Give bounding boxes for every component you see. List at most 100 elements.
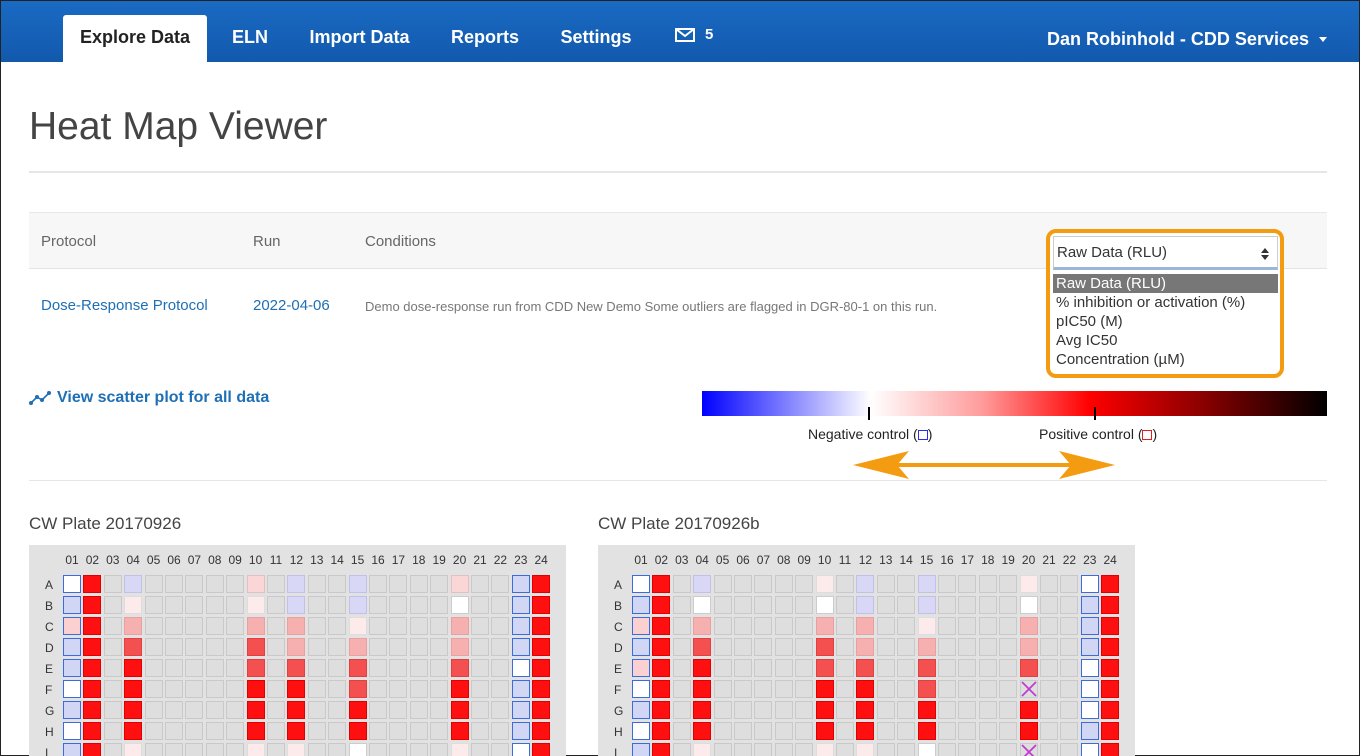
plate-well[interactable] (430, 575, 449, 593)
plate-well[interactable] (632, 701, 650, 719)
plate-well[interactable] (652, 596, 671, 614)
plate-well[interactable] (369, 575, 387, 593)
plate-well[interactable] (754, 722, 773, 740)
plate-well[interactable] (226, 743, 245, 756)
plate-well[interactable] (672, 638, 691, 656)
plate-well[interactable] (267, 659, 285, 677)
plate-well[interactable] (734, 680, 752, 698)
plate-well[interactable] (450, 743, 469, 756)
plate-well[interactable] (450, 575, 469, 593)
plate-well[interactable] (897, 638, 916, 656)
plate-well[interactable] (450, 617, 469, 635)
plate-well[interactable] (491, 743, 510, 756)
protocol-link[interactable]: Dose-Response Protocol (41, 297, 208, 314)
plate-well[interactable] (471, 617, 489, 635)
plate-well[interactable] (328, 596, 347, 614)
plate-well[interactable] (652, 722, 671, 740)
plate-well[interactable] (185, 638, 204, 656)
plate-well[interactable] (185, 575, 204, 593)
plate-well[interactable] (1060, 638, 1079, 656)
plate-well[interactable] (1060, 743, 1079, 756)
plate-well[interactable] (328, 617, 347, 635)
plate-well[interactable] (1101, 743, 1120, 756)
plate-well[interactable] (836, 596, 854, 614)
plate-well[interactable] (958, 722, 977, 740)
plate-well[interactable] (471, 638, 489, 656)
plate-well[interactable] (1040, 680, 1058, 698)
plate-well[interactable] (409, 722, 428, 740)
plate-well[interactable] (409, 575, 428, 593)
plate-well[interactable] (795, 617, 814, 635)
plate-well[interactable] (348, 701, 367, 719)
plate-well[interactable] (307, 617, 326, 635)
plate-well[interactable] (1080, 722, 1099, 740)
plate-well[interactable] (897, 701, 916, 719)
plate-well[interactable] (672, 617, 691, 635)
plate-well[interactable] (815, 743, 834, 756)
plate-well[interactable] (450, 722, 469, 740)
tab-reports[interactable]: Reports (441, 15, 529, 62)
plate-well[interactable] (632, 680, 650, 698)
plate-well[interactable] (774, 617, 793, 635)
plate-well[interactable] (103, 575, 122, 593)
plate-well[interactable] (226, 722, 245, 740)
plate-well[interactable] (774, 722, 793, 740)
plate-well[interactable] (917, 638, 936, 656)
plate-well[interactable] (754, 659, 773, 677)
plate-well[interactable] (958, 743, 977, 756)
plate-well[interactable] (978, 701, 997, 719)
plate-well[interactable] (511, 701, 530, 719)
plate-well[interactable] (978, 722, 997, 740)
plate-well[interactable] (917, 680, 936, 698)
plate-well[interactable] (124, 701, 143, 719)
plate-well[interactable] (1101, 701, 1120, 719)
plate-well[interactable] (734, 659, 752, 677)
plate-well[interactable] (430, 722, 449, 740)
plate-well[interactable] (917, 743, 936, 756)
plate-well[interactable] (287, 617, 306, 635)
plate-well[interactable] (63, 722, 81, 740)
plate-well[interactable] (246, 638, 265, 656)
plate-well[interactable] (938, 680, 956, 698)
option-raw-data[interactable]: Raw Data (RLU) (1053, 274, 1278, 293)
plate-well[interactable] (430, 680, 449, 698)
plate-well[interactable] (287, 638, 306, 656)
plate-well[interactable] (103, 680, 122, 698)
plate-well[interactable] (693, 743, 712, 756)
plate-well[interactable] (999, 638, 1018, 656)
plate-well[interactable] (876, 722, 895, 740)
plate-well[interactable] (795, 596, 814, 614)
plate-well[interactable] (430, 659, 449, 677)
plate-well[interactable] (246, 659, 265, 677)
plate-well[interactable] (917, 701, 936, 719)
plate-well[interactable] (836, 743, 854, 756)
plate-well[interactable] (774, 638, 793, 656)
plate-well[interactable] (63, 743, 81, 756)
plate-well[interactable] (165, 722, 183, 740)
plate-well[interactable] (226, 575, 245, 593)
plate-well[interactable] (1040, 701, 1058, 719)
plate-well[interactable] (917, 722, 936, 740)
plate-well[interactable] (144, 596, 163, 614)
plate-well[interactable] (63, 617, 81, 635)
plate-well[interactable] (144, 638, 163, 656)
plate-well[interactable] (978, 617, 997, 635)
plate-well[interactable] (876, 596, 895, 614)
plate-well[interactable] (938, 617, 956, 635)
plate-well[interactable] (348, 722, 367, 740)
plate-well[interactable] (938, 575, 956, 593)
plate-well[interactable] (246, 743, 265, 756)
plate-well[interactable] (144, 743, 163, 756)
plate-well[interactable] (532, 617, 551, 635)
plate-well[interactable] (836, 722, 854, 740)
plate-well[interactable] (713, 617, 732, 635)
plate-well[interactable] (63, 680, 81, 698)
plate-well[interactable] (205, 722, 224, 740)
plate-well[interactable] (632, 575, 650, 593)
plate-well[interactable] (774, 701, 793, 719)
plate-well[interactable] (1040, 617, 1058, 635)
plate-well[interactable] (1060, 617, 1079, 635)
plate-well[interactable] (652, 743, 671, 756)
plate-well[interactable] (1080, 638, 1099, 656)
plate-well[interactable] (693, 680, 712, 698)
